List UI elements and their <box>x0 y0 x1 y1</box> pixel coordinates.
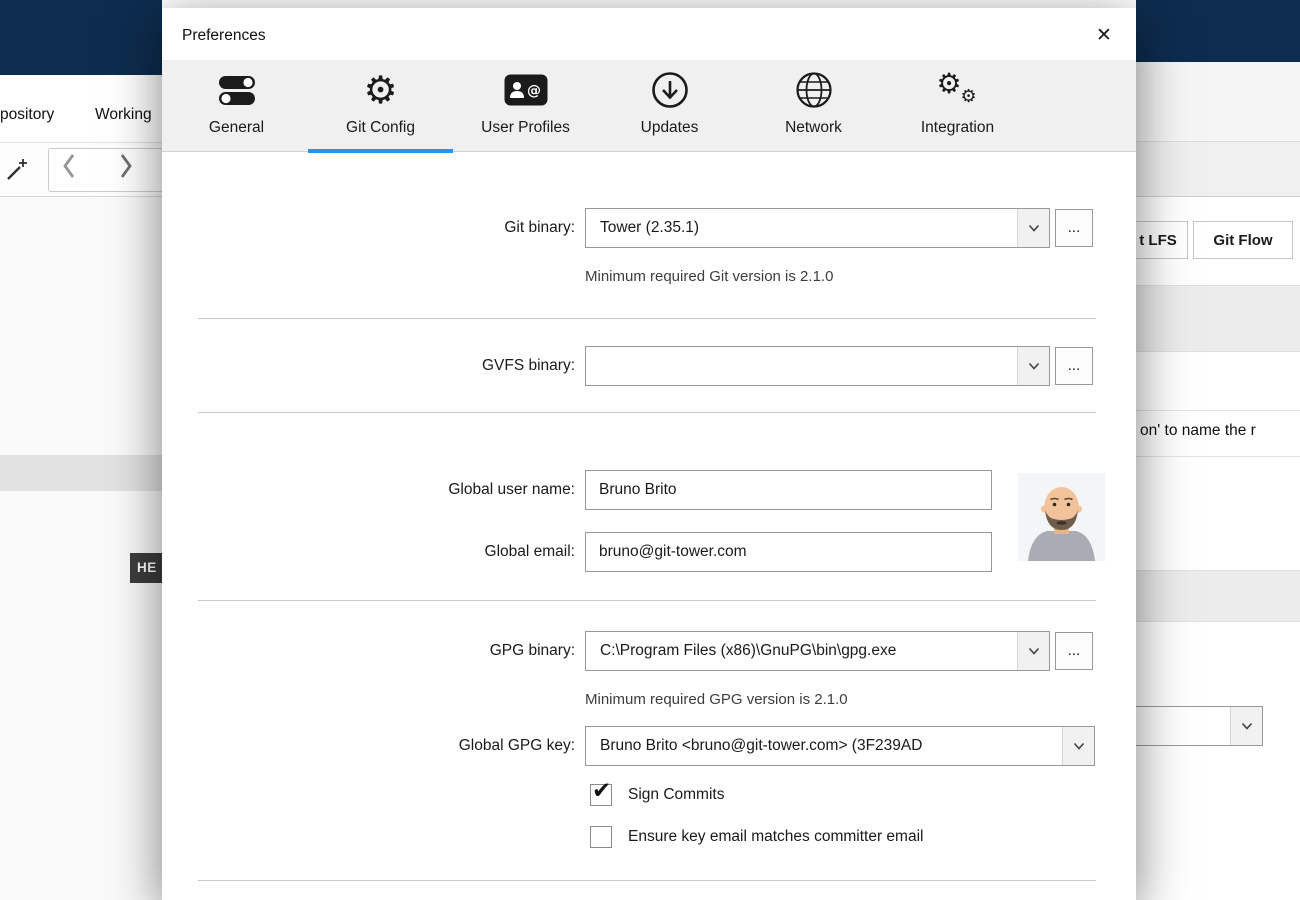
gpg-binary-hint: Minimum required GPG version is 2.1.0 <box>585 691 848 708</box>
back-chevron-icon[interactable] <box>61 153 77 184</box>
git-binary-combobox[interactable]: Tower (2.35.1) <box>585 208 1050 248</box>
svg-text:@: @ <box>527 83 541 99</box>
global-email-label: Global email: <box>484 543 575 560</box>
head-branch-badge[interactable]: HE <box>130 553 163 583</box>
window-titlebar-left <box>0 0 162 75</box>
gears-icon: ⚙ ⚙ <box>936 67 977 107</box>
close-icon[interactable]: ✕ <box>1086 17 1122 53</box>
ensure-key-email-label: Ensure key email matches committer email <box>628 828 924 845</box>
chevron-down-icon[interactable] <box>1062 727 1094 765</box>
git-flow-button[interactable]: Git Flow <box>1193 221 1293 259</box>
right-row-divider-1 <box>1136 410 1300 411</box>
gpg-binary-combobox[interactable]: C:\Program Files (x86)\GnuPG\bin\gpg.exe <box>585 631 1050 671</box>
git-binary-value: Tower (2.35.1) <box>600 219 700 236</box>
global-gpg-key-value: Bruno Brito <bruno@git-tower.com> (3F239… <box>600 737 923 754</box>
ensure-key-email-checkbox[interactable] <box>590 826 612 848</box>
gvfs-binary-browse-button[interactable]: ... <box>1055 347 1093 385</box>
menu-item-repository[interactable]: pository <box>0 100 54 130</box>
menu-item-working-copy[interactable]: Working <box>95 100 152 130</box>
globe-icon <box>741 65 886 115</box>
preferences-dialog: Preferences ✕ General ⚙ Git Config @ Use… <box>162 8 1136 900</box>
global-user-name-input[interactable] <box>585 470 992 510</box>
magic-wand-icon[interactable] <box>4 157 30 188</box>
avatar <box>1018 473 1105 561</box>
global-email-input[interactable] <box>585 532 992 572</box>
left-gray-row <box>0 455 162 491</box>
screen: pository Working HE t LFS Git Flow on' t… <box>0 0 1300 900</box>
tab-general[interactable]: General <box>164 60 309 152</box>
global-gpg-key-label: Global GPG key: <box>458 737 575 754</box>
git-binary-browse-button[interactable]: ... <box>1055 209 1093 247</box>
left-content-area <box>0 197 162 900</box>
section-divider <box>198 412 1096 413</box>
tab-network[interactable]: Network <box>741 60 886 152</box>
tab-updates[interactable]: Updates <box>597 60 742 152</box>
download-circle-icon <box>597 65 742 115</box>
right-strip-toolbar <box>1136 142 1300 197</box>
dialog-title: Preferences <box>182 27 266 44</box>
gpg-binary-label: GPG binary: <box>489 642 575 659</box>
check-icon: ✔ <box>592 778 612 804</box>
section-divider <box>198 318 1096 319</box>
contact-card-icon: @ <box>453 65 598 115</box>
git-lfs-button[interactable]: t LFS <box>1128 221 1188 259</box>
chevron-down-icon[interactable] <box>1230 707 1262 745</box>
gvfs-binary-combobox[interactable] <box>585 346 1050 386</box>
git-binary-hint: Minimum required Git version is 2.1.0 <box>585 268 834 285</box>
background-dropdown[interactable] <box>1118 706 1263 746</box>
forward-chevron-icon[interactable] <box>118 153 134 184</box>
right-strip-upper <box>1136 62 1300 142</box>
chevron-down-icon[interactable] <box>1017 209 1049 247</box>
global-user-name-label: Global user name: <box>448 481 575 498</box>
toggles-icon <box>164 65 309 115</box>
tab-label: Integration <box>920 119 995 136</box>
git-binary-label: Git binary: <box>504 219 575 236</box>
gpg-binary-browse-button[interactable]: ... <box>1055 632 1093 670</box>
right-gray-row-2 <box>1136 570 1300 622</box>
active-tab-indicator <box>308 149 453 153</box>
toolbar-left <box>0 142 168 197</box>
chevron-down-icon[interactable] <box>1017 632 1049 670</box>
tab-label: General <box>208 119 265 136</box>
tab-label: Git Config <box>346 119 415 136</box>
sign-commits-label: Sign Commits <box>628 786 725 803</box>
tab-label: User Profiles <box>481 119 570 136</box>
gvfs-binary-label: GVFS binary: <box>481 357 575 374</box>
tab-label: Updates <box>640 119 699 136</box>
menubar-left: pository Working <box>0 75 162 142</box>
right-row-divider-2 <box>1136 456 1300 457</box>
gear-icon: ⚙ <box>363 68 398 112</box>
preferences-tabstrip: General ⚙ Git Config @ User Profiles Upd… <box>162 60 1136 153</box>
tab-integration[interactable]: ⚙ ⚙ Integration <box>885 60 1030 152</box>
gpg-binary-value: C:\Program Files (x86)\GnuPG\bin\gpg.exe <box>600 642 897 659</box>
section-divider <box>198 600 1096 601</box>
window-titlebar-right <box>1136 0 1300 62</box>
chevron-down-icon[interactable] <box>1017 347 1049 385</box>
global-gpg-key-combobox[interactable]: Bruno Brito <bruno@git-tower.com> (3F239… <box>585 726 1095 766</box>
section-divider <box>198 880 1096 881</box>
sign-commits-checkbox[interactable]: ✔ <box>590 778 612 806</box>
tab-user-profiles[interactable]: @ User Profiles <box>453 60 598 152</box>
partial-text: on' to name the r <box>1140 422 1256 439</box>
right-gray-row-1 <box>1136 285 1300 352</box>
tab-label: Network <box>785 119 842 136</box>
tab-git-config[interactable]: ⚙ Git Config <box>308 60 453 153</box>
